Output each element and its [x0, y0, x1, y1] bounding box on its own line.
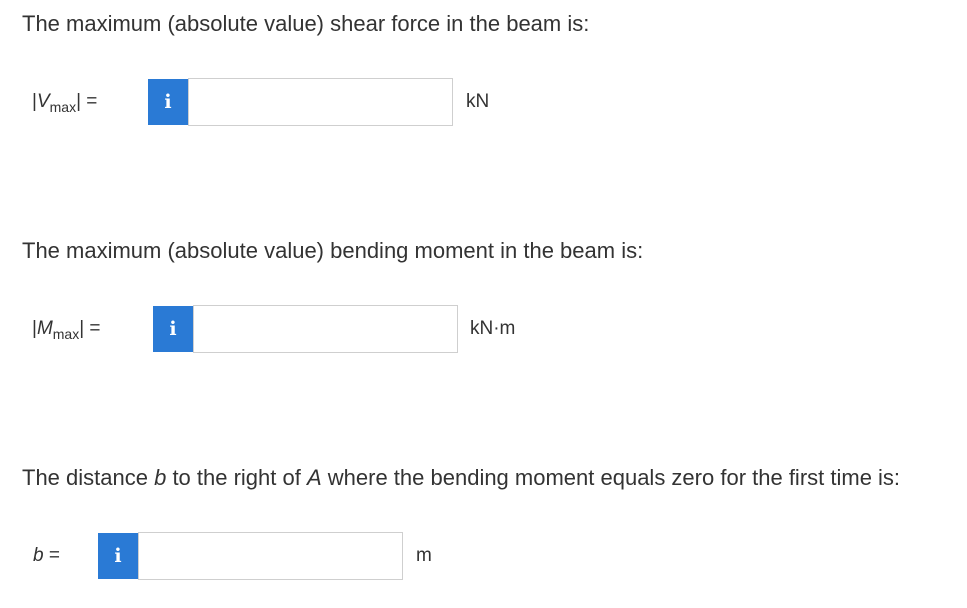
info-icon: i — [164, 90, 172, 113]
question3-text-part2: to the right of — [166, 465, 307, 490]
vmax-label: |Vmax| = — [32, 90, 97, 114]
question3-text-part3: where the bending moment equals zero for… — [321, 465, 901, 490]
vmax-label-subscript: max — [49, 99, 77, 115]
b-label-symbol: b — [33, 545, 44, 566]
vmax-label-symbol: V — [36, 91, 50, 112]
mmax-label: |Mmax| = — [32, 317, 101, 341]
vmax-input[interactable] — [188, 78, 453, 126]
shear-force-question: The maximum (absolute value) shear force… — [22, 11, 590, 36]
question3-text-part1: The distance — [22, 465, 155, 490]
zero-moment-distance-question: The distance b to the right of A where t… — [22, 464, 900, 492]
b-unit: m — [416, 545, 432, 566]
mmax-info-button[interactable]: i — [153, 306, 193, 352]
mmax-input[interactable] — [193, 305, 458, 353]
vmax-unit: kN — [466, 91, 490, 112]
bending-moment-question: The maximum (absolute value) bending mom… — [22, 238, 644, 263]
info-icon: i — [114, 544, 122, 567]
b-label: b = — [33, 544, 60, 568]
vmax-label-equals: | = — [76, 91, 98, 112]
b-info-button[interactable]: i — [98, 533, 138, 579]
question3-a-symbol: A — [306, 465, 322, 490]
vmax-info-button[interactable]: i — [148, 79, 188, 125]
b-label-equals: = — [43, 545, 60, 566]
mmax-unit: kN·m — [470, 318, 516, 339]
b-input[interactable] — [138, 532, 403, 580]
mmax-label-subscript: max — [52, 326, 80, 342]
mmax-label-symbol: M — [36, 318, 53, 339]
mmax-label-equals: | = — [79, 318, 101, 339]
question3-b-symbol: b — [154, 465, 167, 490]
info-icon: i — [169, 317, 177, 340]
